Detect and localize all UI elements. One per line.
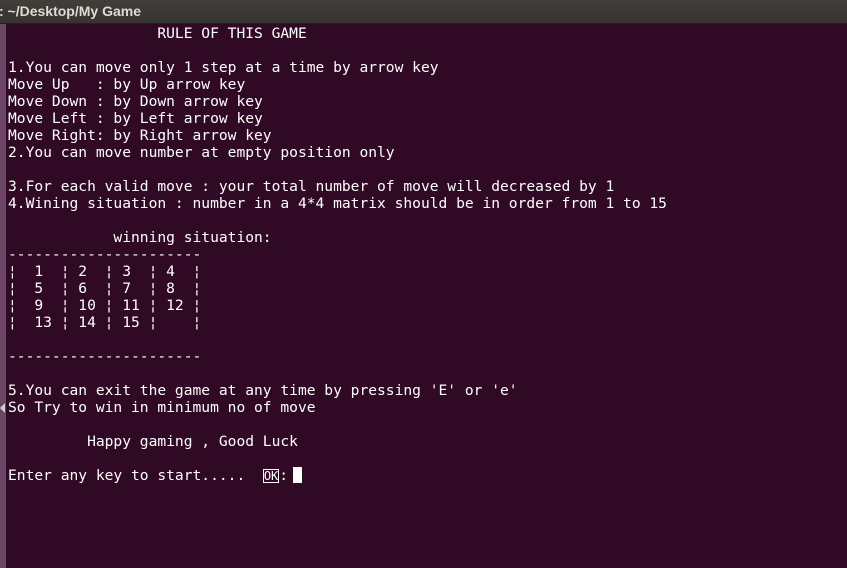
terminal-line-move-up: Move Up : by Up arrow key	[8, 76, 246, 93]
window-title: : ~/Desktop/My Game	[0, 3, 141, 19]
matrix-row: ¦ 5 ¦ 6 ¦ 7 ¦ 8 ¦	[8, 280, 202, 297]
title-bar[interactable]: : ~/Desktop/My Game	[0, 0, 847, 24]
terminal-line-winning-heading: winning situation:	[8, 229, 272, 246]
matrix-border-bottom: ----------------------	[8, 348, 202, 365]
terminal-window: : ~/Desktop/My Game RULE OF THIS GAME 1.…	[0, 0, 847, 568]
terminal-line-rule-5: 5.You can exit the game at any time by p…	[8, 382, 518, 399]
matrix-row: ¦ 13 ¦ 14 ¦ 15 ¦ ¦	[8, 314, 202, 331]
collapse-arrow-icon[interactable]	[0, 403, 5, 413]
terminal-output[interactable]: RULE OF THIS GAME 1.You can move only 1 …	[8, 25, 667, 484]
terminal-line-move-down: Move Down : by Down arrow key	[8, 93, 263, 110]
text-cursor[interactable]	[293, 467, 303, 483]
matrix-border-top: ----------------------	[8, 246, 202, 263]
window-left-border	[0, 24, 6, 568]
terminal-line-rule-4: 4.Wining situation : number in a 4*4 mat…	[8, 195, 667, 212]
terminal-line-tip: So Try to win in minimum no of move	[8, 399, 316, 416]
prompt-suffix: :	[279, 467, 289, 484]
terminal-line-rule-title: RULE OF THIS GAME	[8, 25, 307, 42]
terminal-line-move-left: Move Left : by Left arrow key	[8, 110, 263, 127]
matrix-row: ¦ 1 ¦ 2 ¦ 3 ¦ 4 ¦	[8, 263, 202, 280]
terminal-line-good-luck: Happy gaming , Good Luck	[8, 433, 298, 450]
terminal-line-rule-2: 2.You can move number at empty position …	[8, 144, 395, 161]
matrix-row: ¦ 9 ¦ 10 ¦ 11 ¦ 12 ¦	[8, 297, 202, 314]
ok-box: OK	[262, 469, 280, 483]
terminal-line-rule-3: 3.For each valid move : your total numbe…	[8, 178, 615, 195]
start-prompt-text: Enter any key to start.....	[8, 467, 263, 484]
terminal-line-rule-1: 1.You can move only 1 step at a time by …	[8, 59, 439, 76]
terminal-line-move-right: Move Right: by Right arrow key	[8, 127, 272, 144]
start-prompt[interactable]: Enter any key to start..... OK:	[8, 467, 667, 484]
